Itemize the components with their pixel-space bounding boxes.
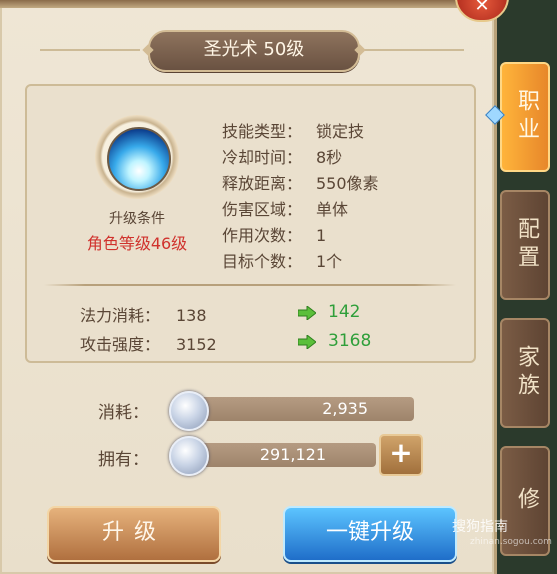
cost-value: 2,935 xyxy=(180,397,414,421)
compare-row-attack-power: 攻击强度： 3152 xyxy=(80,331,291,355)
stat-row-range: 释放距离： 550像素 xyxy=(222,170,379,194)
stat-value: 1个 xyxy=(316,252,343,271)
stat-label: 目标个数： xyxy=(222,252,303,271)
stat-row-skill-type: 技能类型： 锁定技 xyxy=(222,118,364,142)
compare-label: 法力消耗： xyxy=(80,306,161,325)
stat-label: 伤害区域： xyxy=(222,200,303,219)
stat-value: 1 xyxy=(316,226,327,245)
stat-label: 释放距离： xyxy=(222,174,303,193)
compare-next-value: 3168 xyxy=(328,331,372,351)
compare-next-value: 142 xyxy=(328,302,361,322)
arrow-right-icon xyxy=(298,306,316,320)
skill-coin-icon xyxy=(169,391,209,431)
holy-light-skill-icon[interactable] xyxy=(107,127,171,191)
tab-config[interactable]: 配置 xyxy=(500,190,550,300)
compare-label: 攻击强度： xyxy=(80,335,161,354)
compare-current-value: 3152 xyxy=(176,335,217,354)
stat-row-cooldown: 冷却时间： 8秒 xyxy=(222,144,342,168)
tab-class[interactable]: 职业 xyxy=(500,62,550,172)
tab-family[interactable]: 家族 xyxy=(500,318,550,428)
stat-value: 单体 xyxy=(316,200,349,219)
compare-current-value: 138 xyxy=(176,306,207,325)
upgrade-requirement-value: 角色等级46级 xyxy=(86,234,188,253)
stat-row-target-count: 目标个数： 1个 xyxy=(222,248,342,272)
stat-value: 8秒 xyxy=(316,148,343,167)
owned-label: 拥有： xyxy=(98,450,149,470)
stat-row-hit-count: 作用次数： 1 xyxy=(222,222,326,246)
watermark-text: 搜狗指南 xyxy=(452,519,508,535)
one-click-upgrade-button[interactable]: 一键升级 xyxy=(283,506,457,562)
panel-top-border xyxy=(0,0,494,8)
stat-label: 冷却时间： xyxy=(222,148,303,167)
stats-divider xyxy=(44,284,456,286)
compare-row-mana-cost: 法力消耗： 138 xyxy=(80,302,291,326)
skill-title: 圣光术 50级 xyxy=(148,30,360,72)
cost-label: 消耗： xyxy=(98,403,149,423)
owned-value: 291,121 xyxy=(180,443,376,467)
skill-coin-icon xyxy=(169,436,209,476)
upgrade-requirement-label: 升级条件 xyxy=(109,211,165,227)
stat-value: 550像素 xyxy=(316,174,379,193)
stat-label: 技能类型： xyxy=(222,122,303,141)
stat-label: 作用次数： xyxy=(222,226,303,245)
title-divider-right xyxy=(364,49,464,51)
arrow-right-icon xyxy=(298,335,316,349)
title-divider-left xyxy=(40,49,140,51)
upgrade-button[interactable]: 升级 xyxy=(47,506,221,562)
stat-value: 锁定技 xyxy=(316,122,365,141)
add-currency-button[interactable]: + xyxy=(379,434,423,476)
stat-row-damage-area: 伤害区域： 单体 xyxy=(222,196,348,220)
watermark-url: zhinan.sogou.com xyxy=(470,537,552,547)
